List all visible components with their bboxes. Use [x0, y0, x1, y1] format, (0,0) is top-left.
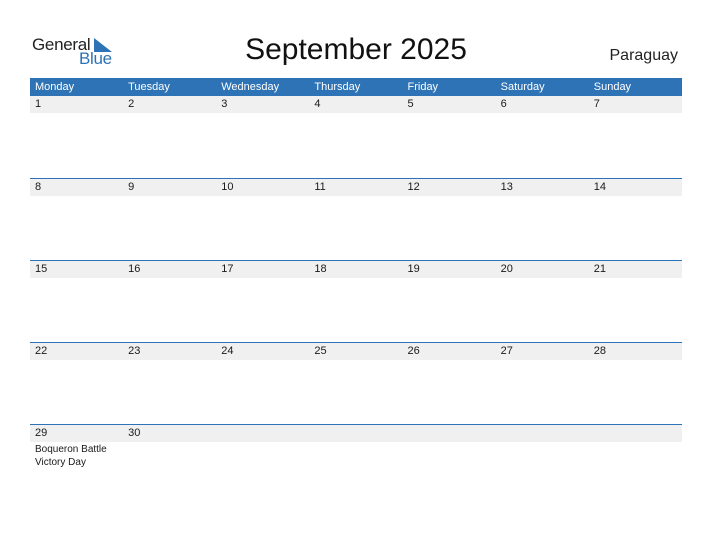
week-row: 29 30 Boqueron Battle Victory Day — [30, 424, 682, 506]
holiday-label — [589, 442, 682, 469]
holiday-label — [216, 442, 309, 469]
holiday-label — [589, 360, 682, 361]
day-number: 2 — [128, 98, 135, 110]
date-strip: 1 2 3 4 5 6 7 — [30, 96, 682, 113]
day-number: 20 — [500, 263, 513, 275]
holiday-label — [403, 442, 496, 469]
holiday-label — [30, 278, 123, 279]
holiday-label — [123, 360, 216, 361]
date-strip: 15 16 17 18 19 20 21 — [30, 261, 682, 278]
holiday-label — [30, 113, 123, 114]
holiday-label — [216, 196, 309, 197]
day-number: 25 — [314, 345, 327, 357]
weekday-thursday: Thursday — [314, 81, 361, 93]
day-number: 24 — [221, 345, 234, 357]
holiday-label — [30, 360, 123, 361]
holiday-label — [216, 113, 309, 114]
holiday-label — [309, 113, 402, 114]
week-row: 22 23 24 25 26 27 28 — [30, 342, 682, 424]
week-row: 15 16 17 18 19 20 21 — [30, 260, 682, 342]
day-number: 29 — [35, 427, 48, 439]
day-number: 26 — [407, 345, 420, 357]
holiday-label — [589, 196, 682, 197]
week-row: 1 2 3 4 5 6 7 — [30, 96, 682, 178]
weekday-saturday: Saturday — [500, 81, 545, 93]
weekday-friday: Friday — [407, 81, 439, 93]
holiday-label — [309, 442, 402, 469]
day-number: 27 — [500, 345, 513, 357]
date-strip: 29 30 — [30, 425, 682, 442]
day-number: 18 — [314, 263, 327, 275]
calendar-title: September 2025 — [245, 33, 467, 66]
weekday-wednesday: Wednesday — [221, 81, 280, 93]
country-label: Paraguay — [609, 47, 679, 64]
holiday-label: Boqueron Battle Victory Day — [35, 444, 107, 468]
holiday-label — [403, 196, 496, 197]
weekday-header: Monday Tuesday Wednesday Thursday Friday… — [30, 78, 682, 96]
holiday-label — [496, 442, 589, 469]
day-number: 6 — [500, 98, 507, 110]
holiday-label — [309, 278, 402, 279]
day-number: 16 — [128, 263, 141, 275]
events-row — [30, 360, 682, 361]
day-number: 5 — [407, 98, 414, 110]
day-number: 12 — [407, 181, 420, 193]
day-number: 8 — [35, 181, 42, 193]
holiday-label — [496, 360, 589, 361]
holiday-label — [589, 113, 682, 114]
day-number: 21 — [593, 263, 606, 275]
day-number: 13 — [500, 181, 513, 193]
events-row: Boqueron Battle Victory Day — [30, 442, 682, 469]
day-number: 7 — [593, 98, 600, 110]
day-number — [309, 425, 402, 442]
date-strip: 22 23 24 25 26 27 28 — [30, 343, 682, 360]
holiday-label — [309, 196, 402, 197]
day-number: 15 — [35, 263, 48, 275]
day-number — [403, 425, 496, 442]
day-number: 19 — [407, 263, 420, 275]
weekday-tuesday: Tuesday — [128, 81, 170, 93]
weekday-monday: Monday — [35, 81, 75, 93]
holiday-label — [403, 278, 496, 279]
day-number: 1 — [35, 98, 42, 110]
weekday-sunday: Sunday — [593, 81, 632, 93]
holiday-label — [123, 196, 216, 197]
day-number: 10 — [221, 181, 234, 193]
holiday-label — [403, 360, 496, 361]
day-number: 23 — [128, 345, 141, 357]
day-number: 17 — [221, 263, 234, 275]
holiday-label — [496, 278, 589, 279]
holiday-label — [216, 360, 309, 361]
events-row — [30, 113, 682, 114]
day-number — [589, 425, 682, 442]
day-number — [496, 425, 589, 442]
holiday-label — [123, 278, 216, 279]
events-row — [30, 278, 682, 279]
day-number: 30 — [128, 427, 141, 439]
day-number: 9 — [128, 181, 135, 193]
holiday-label — [123, 113, 216, 114]
weeks-container: 1 2 3 4 5 6 7 8 9 10 11 12 13 14 15 16 17 18 19 20 21 22 23 24 2… — [30, 96, 682, 506]
day-number: 28 — [593, 345, 606, 357]
day-number: 11 — [314, 181, 326, 193]
day-number — [216, 425, 309, 442]
date-strip: 8 9 10 11 12 13 14 — [30, 179, 682, 196]
events-row — [30, 196, 682, 197]
holiday-label — [309, 360, 402, 361]
holiday-label — [496, 196, 589, 197]
holiday-label — [403, 113, 496, 114]
day-number: 3 — [221, 98, 228, 110]
holiday-label — [496, 113, 589, 114]
holiday-label — [30, 196, 123, 197]
day-number: 22 — [35, 345, 48, 357]
day-number: 14 — [593, 181, 606, 193]
week-row: 8 9 10 11 12 13 14 — [30, 178, 682, 260]
day-number: 4 — [314, 98, 321, 110]
holiday-label — [589, 278, 682, 279]
holiday-label — [216, 278, 309, 279]
holiday-label — [123, 442, 216, 469]
calendar-grid: Monday Tuesday Wednesday Thursday Friday… — [30, 78, 682, 506]
